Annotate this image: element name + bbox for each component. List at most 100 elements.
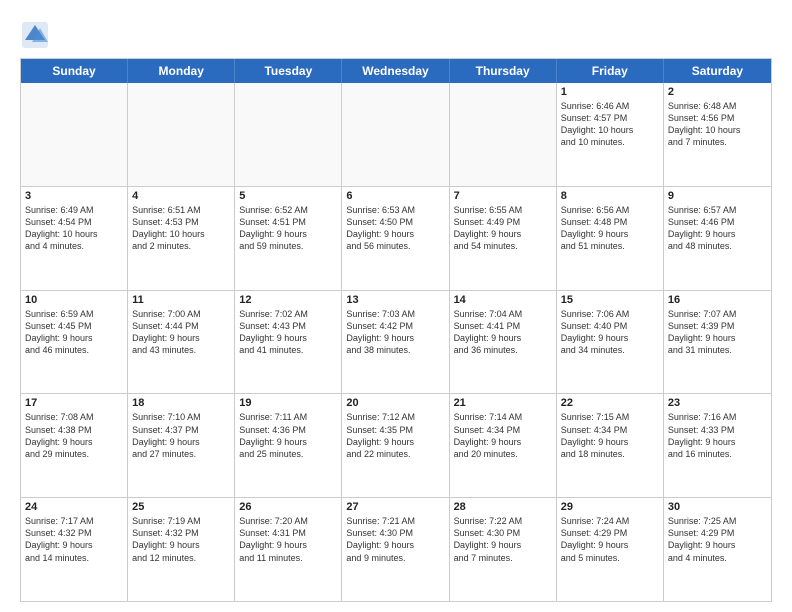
calendar-cell: 6 Sunrise: 6:53 AMSunset: 4:50 PMDaylight… (342, 187, 449, 290)
calendar-cell: 22 Sunrise: 7:15 AMSunset: 4:34 PMDayligh… (557, 394, 664, 497)
day-number: 30 (668, 501, 767, 513)
calendar-cell: 19Sunrise: 7:11 AMSunset: 4:36 PMDayligh… (235, 394, 342, 497)
cell-text: Sunrise: 7:24 AMSunset: 4:29 PMDaylight:… (561, 515, 659, 564)
calendar-cell: 20Sunrise: 7:12 AMSunset: 4:35 PMDayligh… (342, 394, 449, 497)
day-number: 21 (454, 397, 552, 409)
calendar-cell: 10 Sunrise: 6:59 AMSunset: 4:45 PMDayligh… (21, 291, 128, 394)
calendar-header-thursday: Thursday (450, 59, 557, 83)
calendar-cell: 13 Sunrise: 7:03 AMSunset: 4:42 PMDayligh… (342, 291, 449, 394)
calendar-cell: 8 Sunrise: 6:56 AMSunset: 4:48 PMDaylight… (557, 187, 664, 290)
calendar-header: SundayMondayTuesdayWednesdayThursdayFrid… (21, 59, 771, 83)
cell-text: Sunrise: 7:03 AMSunset: 4:42 PMDaylight:… (346, 308, 444, 357)
calendar-cell: 9 Sunrise: 6:57 AMSunset: 4:46 PMDaylight… (664, 187, 771, 290)
cell-text: Sunrise: 7:07 AMSunset: 4:39 PMDaylight:… (668, 308, 767, 357)
day-number: 13 (346, 294, 444, 306)
cell-text: Sunrise: 7:14 AMSunset: 4:34 PMDaylight:… (454, 411, 552, 460)
day-number: 14 (454, 294, 552, 306)
cell-text: Sunrise: 7:17 AMSunset: 4:32 PMDaylight:… (25, 515, 123, 564)
cell-text: Sunrise: 6:53 AMSunset: 4:50 PMDaylight:… (346, 204, 444, 253)
calendar-cell: 7 Sunrise: 6:55 AMSunset: 4:49 PMDaylight… (450, 187, 557, 290)
calendar-cell: 14 Sunrise: 7:04 AMSunset: 4:41 PMDayligh… (450, 291, 557, 394)
cell-text: Sunrise: 6:49 AMSunset: 4:54 PMDaylight:… (25, 204, 123, 253)
day-number: 24 (25, 501, 123, 513)
cell-text: Sunrise: 6:59 AMSunset: 4:45 PMDaylight:… (25, 308, 123, 357)
calendar-header-tuesday: Tuesday (235, 59, 342, 83)
day-number: 18 (132, 397, 230, 409)
cell-text: Sunrise: 7:12 AMSunset: 4:35 PMDaylight:… (346, 411, 444, 460)
cell-text: Sunrise: 6:55 AMSunset: 4:49 PMDaylight:… (454, 204, 552, 253)
calendar-header-sunday: Sunday (21, 59, 128, 83)
calendar-cell: 29Sunrise: 7:24 AMSunset: 4:29 PMDayligh… (557, 498, 664, 601)
calendar-cell: 16 Sunrise: 7:07 AMSunset: 4:39 PMDayligh… (664, 291, 771, 394)
cell-text: Sunrise: 6:48 AMSunset: 4:56 PMDaylight:… (668, 100, 767, 149)
calendar-week-1: 1Sunrise: 6:46 AMSunset: 4:57 PMDaylight… (21, 83, 771, 187)
calendar-cell (128, 83, 235, 186)
calendar-cell: 24 Sunrise: 7:17 AMSunset: 4:32 PMDayligh… (21, 498, 128, 601)
calendar-cell: 1Sunrise: 6:46 AMSunset: 4:57 PMDaylight… (557, 83, 664, 186)
cell-text: Sunrise: 7:25 AMSunset: 4:29 PMDaylight:… (668, 515, 767, 564)
day-number: 8 (561, 190, 659, 202)
cell-text: Sunrise: 7:10 AMSunset: 4:37 PMDaylight:… (132, 411, 230, 460)
calendar-cell: 15Sunrise: 7:06 AMSunset: 4:40 PMDayligh… (557, 291, 664, 394)
calendar-week-3: 10 Sunrise: 6:59 AMSunset: 4:45 PMDayligh… (21, 291, 771, 395)
calendar-cell: 2 Sunrise: 6:48 AMSunset: 4:56 PMDaylight… (664, 83, 771, 186)
calendar-cell: 11 Sunrise: 7:00 AMSunset: 4:44 PMDayligh… (128, 291, 235, 394)
cell-text: Sunrise: 6:56 AMSunset: 4:48 PMDaylight:… (561, 204, 659, 253)
calendar-cell: 30 Sunrise: 7:25 AMSunset: 4:29 PMDayligh… (664, 498, 771, 601)
day-number: 15 (561, 294, 659, 306)
day-number: 26 (239, 501, 337, 513)
calendar-cell: 27Sunrise: 7:21 AMSunset: 4:30 PMDayligh… (342, 498, 449, 601)
day-number: 9 (668, 190, 767, 202)
day-number: 7 (454, 190, 552, 202)
calendar-cell (342, 83, 449, 186)
cell-text: Sunrise: 7:02 AMSunset: 4:43 PMDaylight:… (239, 308, 337, 357)
calendar-week-2: 3 Sunrise: 6:49 AMSunset: 4:54 PMDaylight… (21, 187, 771, 291)
page: SundayMondayTuesdayWednesdayThursdayFrid… (0, 0, 792, 612)
calendar-cell: 23 Sunrise: 7:16 AMSunset: 4:33 PMDayligh… (664, 394, 771, 497)
calendar: SundayMondayTuesdayWednesdayThursdayFrid… (20, 58, 772, 602)
day-number: 3 (25, 190, 123, 202)
day-number: 11 (132, 294, 230, 306)
calendar-cell: 17Sunrise: 7:08 AMSunset: 4:38 PMDayligh… (21, 394, 128, 497)
calendar-cell (21, 83, 128, 186)
logo (20, 20, 54, 50)
day-number: 25 (132, 501, 230, 513)
cell-text: Sunrise: 7:00 AMSunset: 4:44 PMDaylight:… (132, 308, 230, 357)
cell-text: Sunrise: 7:19 AMSunset: 4:32 PMDaylight:… (132, 515, 230, 564)
day-number: 23 (668, 397, 767, 409)
calendar-cell: 21 Sunrise: 7:14 AMSunset: 4:34 PMDayligh… (450, 394, 557, 497)
calendar-cell (450, 83, 557, 186)
calendar-week-5: 24 Sunrise: 7:17 AMSunset: 4:32 PMDayligh… (21, 498, 771, 601)
calendar-week-4: 17Sunrise: 7:08 AMSunset: 4:38 PMDayligh… (21, 394, 771, 498)
calendar-body: 1Sunrise: 6:46 AMSunset: 4:57 PMDaylight… (21, 83, 771, 601)
calendar-header-saturday: Saturday (664, 59, 771, 83)
calendar-cell: 25 Sunrise: 7:19 AMSunset: 4:32 PMDayligh… (128, 498, 235, 601)
cell-text: Sunrise: 6:57 AMSunset: 4:46 PMDaylight:… (668, 204, 767, 253)
cell-text: Sunrise: 6:52 AMSunset: 4:51 PMDaylight:… (239, 204, 337, 253)
calendar-cell: 4Sunrise: 6:51 AMSunset: 4:53 PMDaylight… (128, 187, 235, 290)
day-number: 16 (668, 294, 767, 306)
day-number: 10 (25, 294, 123, 306)
calendar-cell: 28 Sunrise: 7:22 AMSunset: 4:30 PMDayligh… (450, 498, 557, 601)
cell-text: Sunrise: 7:08 AMSunset: 4:38 PMDaylight:… (25, 411, 123, 460)
calendar-header-monday: Monday (128, 59, 235, 83)
day-number: 19 (239, 397, 337, 409)
calendar-cell: 12 Sunrise: 7:02 AMSunset: 4:43 PMDayligh… (235, 291, 342, 394)
calendar-cell: 18 Sunrise: 7:10 AMSunset: 4:37 PMDayligh… (128, 394, 235, 497)
calendar-cell (235, 83, 342, 186)
header (20, 16, 772, 50)
day-number: 2 (668, 86, 767, 98)
day-number: 5 (239, 190, 337, 202)
day-number: 6 (346, 190, 444, 202)
cell-text: Sunrise: 7:16 AMSunset: 4:33 PMDaylight:… (668, 411, 767, 460)
calendar-cell: 3 Sunrise: 6:49 AMSunset: 4:54 PMDaylight… (21, 187, 128, 290)
day-number: 28 (454, 501, 552, 513)
day-number: 12 (239, 294, 337, 306)
cell-text: Sunrise: 7:22 AMSunset: 4:30 PMDaylight:… (454, 515, 552, 564)
cell-text: Sunrise: 7:15 AMSunset: 4:34 PMDaylight:… (561, 411, 659, 460)
cell-text: Sunrise: 7:04 AMSunset: 4:41 PMDaylight:… (454, 308, 552, 357)
day-number: 1 (561, 86, 659, 98)
day-number: 4 (132, 190, 230, 202)
day-number: 22 (561, 397, 659, 409)
cell-text: Sunrise: 7:21 AMSunset: 4:30 PMDaylight:… (346, 515, 444, 564)
